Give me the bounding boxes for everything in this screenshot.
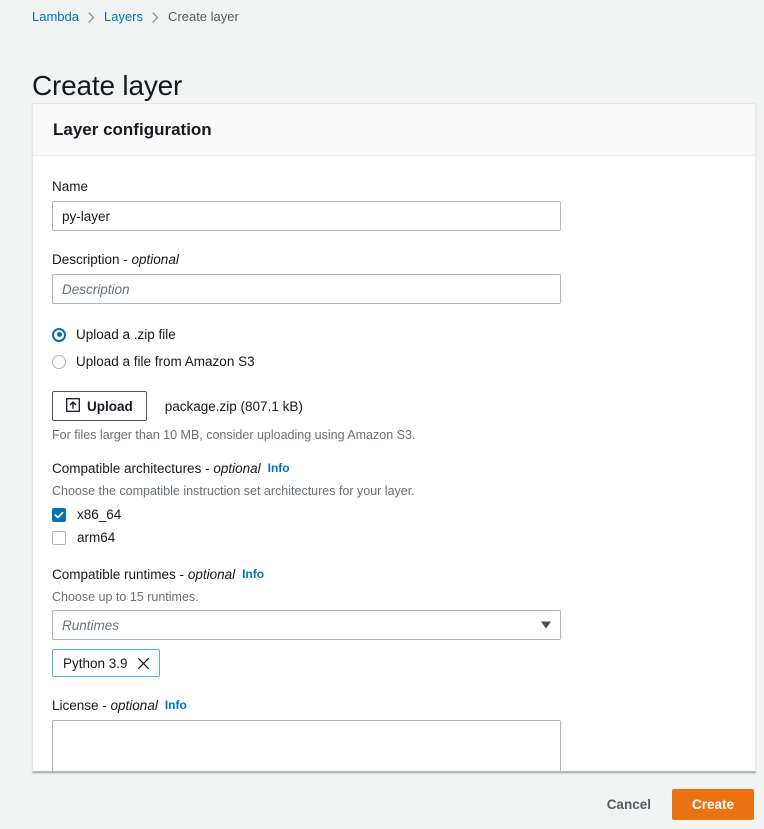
runtimes-info-link[interactable]: Info bbox=[242, 567, 264, 581]
close-icon[interactable] bbox=[137, 657, 150, 670]
architectures-optional-text: optional bbox=[213, 461, 261, 476]
upload-source-radio-group: Upload a .zip file Upload a file from Am… bbox=[52, 324, 735, 372]
breadcrumb-item-layers[interactable]: Layers bbox=[104, 9, 143, 25]
description-input[interactable] bbox=[52, 274, 561, 304]
architectures-description: Choose the compatible instruction set ar… bbox=[52, 484, 415, 498]
checkbox-label-arm64: arm64 bbox=[77, 529, 116, 545]
radio-label-upload-zip: Upload a .zip file bbox=[76, 326, 176, 342]
checkbox-label-x86-64: x86_64 bbox=[77, 506, 122, 522]
checkbox-indicator-unchecked[interactable] bbox=[52, 530, 66, 545]
runtime-token-label: Python 3.9 bbox=[63, 655, 128, 671]
runtimes-token-list: Python 3.9 bbox=[52, 649, 735, 677]
radio-label-upload-s3: Upload a file from Amazon S3 bbox=[76, 353, 255, 369]
license-optional-text: optional bbox=[110, 698, 158, 713]
upload-arrow-icon bbox=[66, 397, 80, 415]
description-label: Description - optional bbox=[52, 251, 735, 269]
architectures-info-link[interactable]: Info bbox=[268, 461, 290, 475]
license-info-link[interactable]: Info bbox=[165, 698, 187, 712]
chevron-right-icon bbox=[88, 11, 95, 23]
runtimes-description: Choose up to 15 runtimes. bbox=[52, 590, 199, 604]
runtimes-optional-text: optional bbox=[187, 567, 236, 582]
create-button[interactable]: Create bbox=[671, 789, 754, 820]
create-layer-page: Lambda Layers Create layer Create layer … bbox=[0, 0, 764, 829]
description-optional-text: optional bbox=[131, 252, 179, 267]
cancel-button[interactable]: Cancel bbox=[592, 790, 666, 820]
card-header: Layer configuration bbox=[33, 104, 755, 156]
checkbox-indicator-checked[interactable] bbox=[52, 507, 66, 522]
breadcrumb-item-create-layer: Create layer bbox=[168, 9, 239, 24]
upload-row: Upload package.zip (807.1 kB) bbox=[52, 390, 735, 422]
runtimes-select-placeholder: Runtimes bbox=[62, 617, 120, 633]
breadcrumb-item-lambda[interactable]: Lambda bbox=[32, 9, 79, 25]
name-label: Name bbox=[52, 179, 89, 194]
radio-option-upload-zip[interactable]: Upload a .zip file bbox=[52, 324, 735, 345]
description-label-text: Description - bbox=[52, 252, 132, 267]
license-label-text: License - bbox=[52, 698, 111, 713]
layer-configuration-card: Layer configuration Name Description - o… bbox=[32, 103, 756, 773]
name-input[interactable] bbox=[52, 201, 561, 231]
radio-option-upload-s3[interactable]: Upload a file from Amazon S3 bbox=[52, 351, 735, 372]
uploaded-filename: package.zip (807.1 kB) bbox=[164, 398, 303, 414]
form-actions: Cancel Create bbox=[592, 789, 754, 820]
license-label: License - optional Info bbox=[52, 697, 735, 715]
runtimes-label-text: Compatible runtimes - bbox=[52, 567, 188, 582]
page-title: Create layer bbox=[32, 69, 183, 101]
breadcrumb: Lambda Layers Create layer bbox=[32, 9, 239, 25]
architectures-label: Compatible architectures - optional Info bbox=[52, 460, 735, 478]
upload-hint: For files larger than 10 MB, consider up… bbox=[52, 428, 416, 442]
checkbox-option-x86-64[interactable]: x86_64 bbox=[52, 504, 735, 525]
upload-button-label: Upload bbox=[87, 398, 133, 414]
card-title: Layer configuration bbox=[53, 119, 212, 139]
card-body: Name Description - optional Upload a .zi… bbox=[33, 156, 755, 771]
checkbox-option-arm64[interactable]: arm64 bbox=[52, 527, 735, 548]
runtimes-select[interactable]: Runtimes bbox=[52, 610, 561, 640]
radio-indicator-selected[interactable] bbox=[52, 327, 66, 342]
runtimes-field-group: Compatible runtimes - optional Info Choos… bbox=[52, 566, 735, 677]
runtime-token-python-39[interactable]: Python 3.9 bbox=[52, 649, 160, 677]
architectures-label-text: Compatible architectures - bbox=[52, 461, 214, 476]
upload-button[interactable]: Upload bbox=[52, 391, 147, 421]
chevron-right-icon bbox=[152, 11, 159, 23]
runtimes-select-wrapper: Runtimes bbox=[52, 610, 561, 640]
license-textarea[interactable] bbox=[52, 720, 561, 771]
architectures-field-group: Compatible architectures - optional Info … bbox=[52, 460, 735, 548]
name-field-group: Name bbox=[52, 178, 735, 231]
radio-indicator-unselected[interactable] bbox=[52, 354, 66, 369]
license-field-group: License - optional Info bbox=[52, 697, 735, 771]
runtimes-label: Compatible runtimes - optional Info bbox=[52, 566, 735, 584]
description-field-group: Description - optional bbox=[52, 251, 735, 304]
